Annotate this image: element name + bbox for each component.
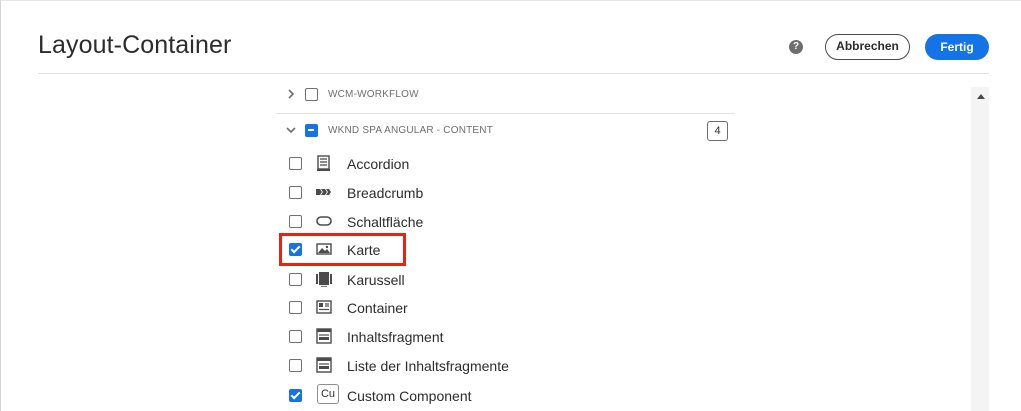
custom-component-icon: Cu <box>317 384 339 404</box>
chevron-down-icon[interactable] <box>286 125 296 135</box>
group-row-wknd-spa-angular-content[interactable]: WKND SPA ANGULAR - CONTENT <box>276 112 735 150</box>
component-karussell[interactable]: Karussell <box>276 265 735 294</box>
component-label: Schaltfläche <box>347 214 424 230</box>
component-accordion[interactable]: Accordion <box>276 149 735 178</box>
component-label: Liste der Inhaltsfragmente <box>347 358 509 374</box>
group-row-wcm-workflow[interactable]: WCM-WORKFLOW <box>276 76 735 114</box>
carousel-icon <box>316 272 332 287</box>
button-icon <box>316 216 332 226</box>
component-container[interactable]: Container <box>276 293 735 322</box>
component-checkbox[interactable] <box>289 215 302 228</box>
help-icon[interactable]: ? <box>789 40 803 54</box>
component-custom-component[interactable]: Cu Custom Component <box>276 381 735 410</box>
group-label: WCM-WORKFLOW <box>328 89 419 100</box>
component-checkbox[interactable] <box>289 186 302 199</box>
component-label: Container <box>347 300 408 316</box>
component-label: Custom Component <box>347 388 472 404</box>
breadcrumb-icon <box>316 189 331 195</box>
accordion-icon <box>317 155 330 171</box>
content-fragment-list-icon <box>316 357 332 373</box>
highlight-annotation <box>279 233 406 266</box>
group-label: WKND SPA ANGULAR - CONTENT <box>328 125 494 136</box>
component-checkbox[interactable] <box>289 273 302 286</box>
component-breadcrumb[interactable]: Breadcrumb <box>276 178 735 207</box>
container-icon <box>316 300 332 314</box>
component-liste-der-inhaltsfragmente[interactable]: Liste der Inhaltsfragmente <box>276 351 735 380</box>
header-divider <box>38 73 989 74</box>
dialog-title: Layout-Container <box>38 31 232 59</box>
component-label: Accordion <box>347 156 410 172</box>
component-checkbox[interactable] <box>289 157 302 170</box>
group-checkbox-wknd-spa-angular-content[interactable] <box>305 124 318 137</box>
content-fragment-icon <box>316 328 332 344</box>
selected-count-badge: 4 <box>707 121 728 141</box>
component-checkbox[interactable] <box>289 359 302 372</box>
cancel-button[interactable]: Abbrechen <box>825 34 910 60</box>
component-schaltflaeche[interactable]: Schaltfläche <box>276 207 735 236</box>
group-checkbox-wcm-workflow[interactable] <box>305 88 318 101</box>
component-label: Karussell <box>347 272 405 288</box>
component-inhaltsfragment[interactable]: Inhaltsfragment <box>276 322 735 351</box>
component-checkbox[interactable] <box>289 389 302 402</box>
scroll-up-arrow-icon[interactable] <box>977 94 985 99</box>
component-checkbox[interactable] <box>289 301 302 314</box>
component-label: Inhaltsfragment <box>347 329 444 345</box>
dialog-header: Layout-Container ? Abbrechen Fertig <box>1 1 1021 74</box>
component-label: Breadcrumb <box>347 185 424 201</box>
scrollbar[interactable] <box>971 87 989 411</box>
done-button[interactable]: Fertig <box>925 34 989 60</box>
chevron-right-icon[interactable] <box>286 89 296 99</box>
component-checkbox[interactable] <box>289 330 302 343</box>
dialog: Layout-Container ? Abbrechen Fertig WCM-… <box>0 0 1021 411</box>
